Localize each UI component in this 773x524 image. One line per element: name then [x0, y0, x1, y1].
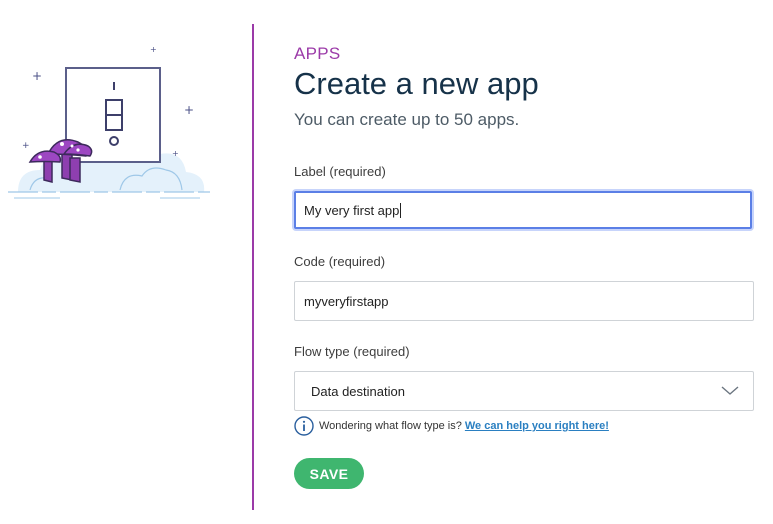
chevron-down-icon [721, 386, 739, 396]
svg-text:+: + [184, 103, 194, 117]
help-link[interactable]: We can help you right here! [465, 420, 609, 432]
flow-type-selected-value: Data destination [311, 383, 405, 399]
flow-type-select[interactable]: Data destination [294, 371, 754, 411]
svg-text:+: + [150, 45, 157, 54]
label-field-label: Label (required) [294, 164, 386, 179]
svg-text:+: + [172, 149, 179, 158]
section-divider [252, 24, 254, 510]
label-input[interactable]: My very first app [294, 191, 752, 229]
code-input[interactable]: myveryfirstapp [294, 281, 754, 321]
svg-text:+: + [22, 141, 30, 151]
page-subtitle: You can create up to 50 apps. [294, 110, 520, 129]
flow-type-field-label: Flow type (required) [294, 344, 410, 359]
help-text: Wondering what flow type is? [319, 420, 462, 432]
svg-text:+: + [32, 69, 42, 83]
code-input-value: myveryfirstapp [304, 293, 389, 309]
text-caret [400, 202, 402, 218]
save-button[interactable]: SAVE [294, 458, 364, 489]
label-input-value: My very first app [304, 202, 400, 218]
info-circle-icon [294, 416, 314, 436]
section-eyebrow: APPS [294, 44, 341, 63]
page-title: Create a new app [294, 66, 539, 101]
code-field-label: Code (required) [294, 254, 386, 269]
flow-type-help: Wondering what flow type is? We can help… [294, 416, 609, 436]
light-switch-illustration: + + + + + [0, 30, 220, 210]
illustration-svg: + + + + + [8, 45, 210, 199]
